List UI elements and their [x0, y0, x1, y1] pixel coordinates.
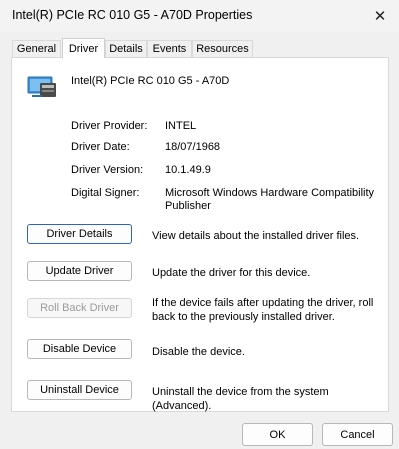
disable-device-button[interactable]: Disable Device — [27, 339, 132, 359]
tab-events[interactable]: Events — [147, 40, 192, 57]
driver-details-button[interactable]: Driver Details — [27, 224, 132, 244]
uninstall-device-button[interactable]: Uninstall Device — [27, 380, 132, 400]
tab-details[interactable]: Details — [105, 40, 147, 57]
driver-date-value: 18/07/1968 — [165, 141, 221, 153]
driver-date-label: Driver Date: — [71, 141, 130, 153]
driver-version-value: 10.1.49.9 — [165, 164, 211, 176]
driver-details-description: View details about the installed driver … — [152, 230, 360, 242]
tab-resources[interactable]: Resources — [192, 40, 253, 57]
driver-provider-value: INTEL — [165, 120, 197, 132]
title-bar: Intel(R) PCIe RC 010 G5 - A70D Propertie… — [0, 0, 399, 32]
roll-back-driver-button[interactable]: Roll Back Driver — [27, 298, 132, 318]
ok-button[interactable]: OK — [242, 423, 313, 446]
close-icon: ✕ — [373, 8, 387, 25]
device-name: Intel(R) PCIe RC 010 G5 - A70D — [71, 75, 230, 87]
uninstall-device-description: Uninstall the device from the system (Ad… — [152, 386, 329, 412]
roll-back-driver-description: If the device fails after updating the d… — [152, 297, 374, 323]
window-title: Intel(R) PCIe RC 010 G5 - A70D Propertie… — [12, 8, 253, 22]
close-button[interactable]: ✕ — [361, 0, 399, 32]
digital-signer-value: Microsoft Windows Hardware Compatibility… — [165, 187, 375, 212]
driver-provider-label: Driver Provider: — [71, 120, 148, 132]
driver-tab-panel: Intel(R) PCIe RC 010 G5 - A70D Driver Pr… — [11, 57, 389, 412]
tab-general[interactable]: General — [12, 40, 61, 57]
update-driver-description: Update the driver for this device. — [152, 267, 311, 279]
tab-driver[interactable]: Driver — [62, 38, 105, 58]
digital-signer-label: Digital Signer: — [71, 187, 140, 199]
driver-version-label: Driver Version: — [71, 164, 144, 176]
cancel-button[interactable]: Cancel — [322, 423, 393, 446]
device-icon — [27, 76, 56, 97]
update-driver-button[interactable]: Update Driver — [27, 261, 132, 281]
disable-device-description: Disable the device. — [152, 346, 245, 358]
